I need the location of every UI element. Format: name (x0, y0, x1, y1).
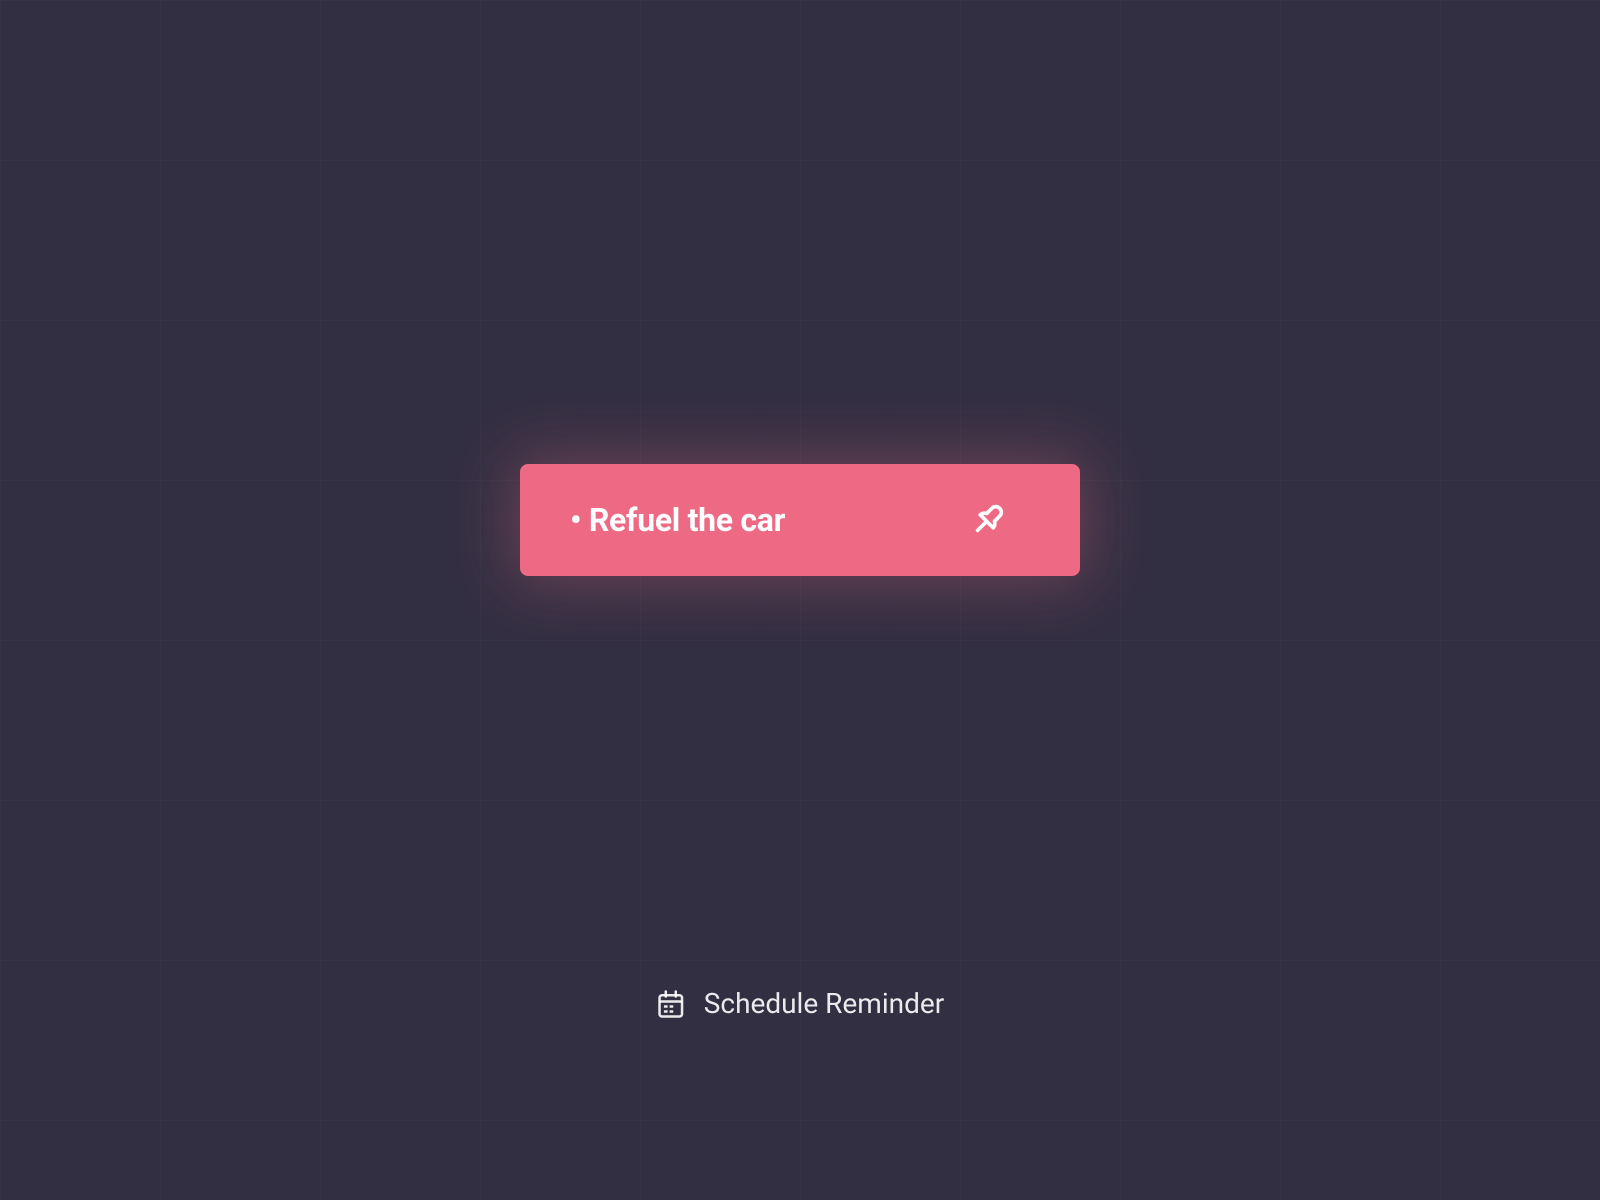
schedule-reminder-button[interactable]: Schedule Reminder (656, 987, 944, 1020)
content-area: • Refuel the car Schedule Rem (0, 0, 1600, 1200)
task-title: • Refuel the car (570, 501, 785, 539)
task-card[interactable]: • Refuel the car (520, 464, 1080, 576)
pin-icon[interactable] (966, 498, 1010, 542)
schedule-reminder-label: Schedule Reminder (704, 987, 944, 1020)
calendar-icon (656, 989, 686, 1019)
